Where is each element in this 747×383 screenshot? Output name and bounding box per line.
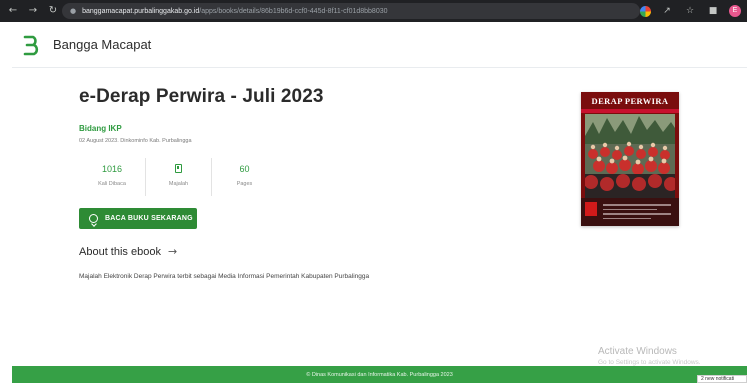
address-bar[interactable]: ● banggamacapat.purbalinggakab.go.id/app… <box>62 3 640 19</box>
back-icon[interactable]: ← <box>6 4 20 18</box>
sidepanel-icon[interactable]: ■ <box>706 4 720 18</box>
profile-avatar[interactable]: E <box>729 5 741 17</box>
page-footer: © Dinas Komunikasi dan Informatika Kab. … <box>12 366 747 383</box>
activate-windows-subtitle: Go to Settings to activate Windows. <box>598 359 701 366</box>
footer-copyright: © Dinas Komunikasi dan Informatika Kab. … <box>306 371 453 378</box>
star-icon[interactable]: ☆ <box>683 4 697 18</box>
cover-badge <box>585 202 597 216</box>
book-cover[interactable]: DERAP PERWIRA <box>581 92 679 226</box>
stat-reads: 1016 Kali Dibaca <box>79 158 145 196</box>
stat-pages-label: Pages <box>236 181 253 187</box>
browser-actions: ↗ ☆ ■ E <box>640 4 741 18</box>
cover-strip <box>581 109 679 113</box>
url-path: /apps/books/details/86b19b6d-ccf0-445d-8… <box>199 7 388 15</box>
stat-type: Majalah <box>145 158 211 196</box>
book-author[interactable]: Bidang IKP <box>79 124 122 133</box>
book-title: e-Derap Perwira - Juli 2023 <box>79 86 324 107</box>
app-header: Bangga Macapat <box>12 22 747 68</box>
notification-toast[interactable]: 2 new notificati <box>697 375 747 383</box>
about-ebook-heading: About this ebook <box>79 245 161 258</box>
stat-pages: 60 Pages <box>211 158 277 196</box>
stat-pages-value: 60 <box>239 164 250 174</box>
book-stats: 1016 Kali Dibaca Majalah 60 Pages <box>79 158 279 196</box>
award-icon <box>89 214 98 223</box>
cover-title: DERAP PERWIRA <box>591 96 669 106</box>
stat-type-label: Majalah <box>168 181 189 187</box>
read-book-label: BACA BUKU SEKARANG <box>105 215 193 222</box>
browser-toolbar: ← → ↻ ● banggamacapat.purbalinggakab.go.… <box>0 0 747 22</box>
read-book-button[interactable]: BACA BUKU SEKARANG <box>79 208 197 229</box>
book-icon <box>175 164 182 173</box>
stat-reads-label: Kali Dibaca <box>98 181 126 187</box>
arrow-right-icon: → <box>167 245 178 258</box>
google-icon[interactable] <box>640 5 651 17</box>
brand-name[interactable]: Bangga Macapat <box>53 37 151 52</box>
stat-type-value <box>146 164 211 175</box>
about-ebook-link[interactable]: About this ebook → <box>79 245 177 258</box>
book-meta: 02 August 2023. Dinkominfo Kab. Purbalin… <box>79 138 192 144</box>
bangga-macapat-logo-icon[interactable] <box>21 34 43 56</box>
book-description: Majalah Elektronik Derap Perwira terbit … <box>79 273 370 280</box>
cover-headlines <box>603 204 671 222</box>
url-host: banggamacapat.purbalinggakab.go.id <box>82 7 200 15</box>
reload-icon[interactable]: ↻ <box>46 4 60 18</box>
share-icon[interactable]: ↗ <box>660 4 674 18</box>
stat-reads-value: 1016 <box>101 164 123 174</box>
lock-icon[interactable]: ● <box>70 7 76 15</box>
cover-photo <box>585 114 675 198</box>
forward-icon[interactable]: → <box>26 4 40 18</box>
activate-windows-title: Activate Windows <box>598 346 677 357</box>
